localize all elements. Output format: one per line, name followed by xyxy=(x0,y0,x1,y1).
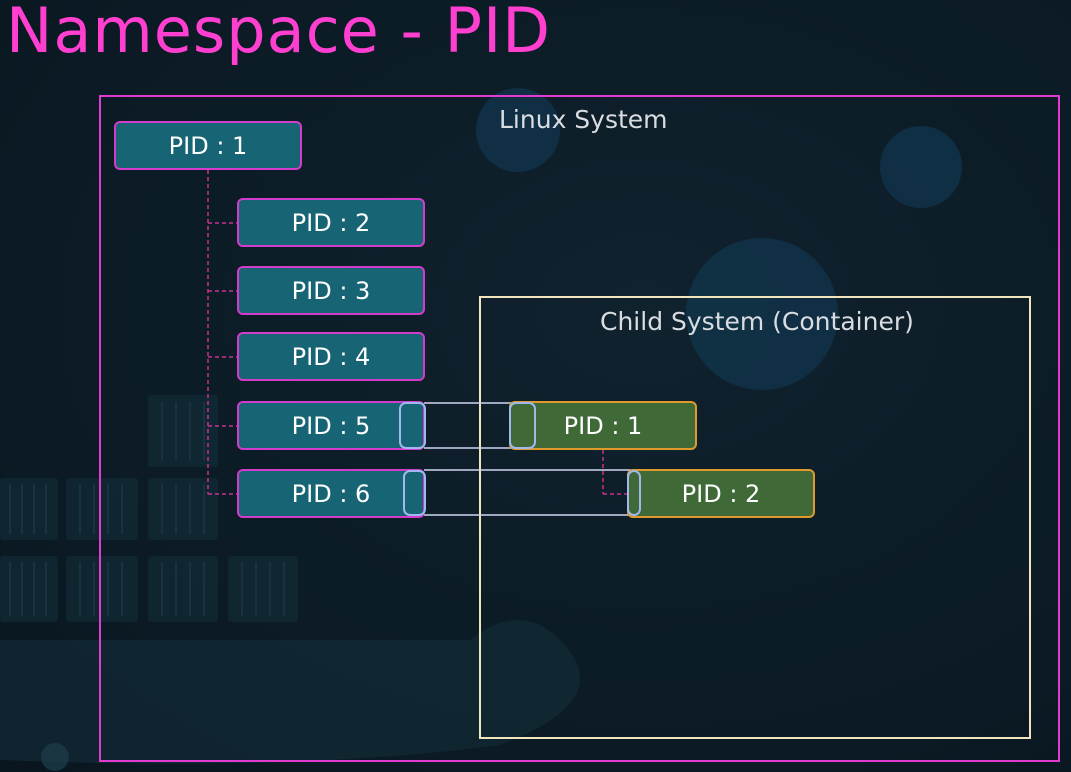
host-process-pid-4: PID : 4 xyxy=(237,332,425,381)
mapping-cap-container-pid-2 xyxy=(627,470,641,516)
host-process-pid-1: PID : 1 xyxy=(114,121,302,170)
host-process-pid-3: PID : 3 xyxy=(237,266,425,315)
slide: Namespace - PID Linux System Child Syste… xyxy=(0,0,1071,772)
host-process-pid-6: PID : 6 xyxy=(237,469,425,518)
process-tree-connector xyxy=(207,170,238,495)
mapping-cap-container-pid-1 xyxy=(509,402,536,449)
mapping-cap-host-pid-5 xyxy=(399,402,426,449)
connector-layer xyxy=(207,170,631,516)
container-process-pid-1: PID : 1 xyxy=(509,401,697,450)
container-tree-connector xyxy=(602,450,628,495)
host-process-pid-2: PID : 2 xyxy=(237,198,425,247)
host-process-pid-5: PID : 5 xyxy=(237,401,425,450)
mapping-cap-host-pid-6 xyxy=(403,470,426,516)
container-process-pid-2: PID : 2 xyxy=(627,469,815,518)
